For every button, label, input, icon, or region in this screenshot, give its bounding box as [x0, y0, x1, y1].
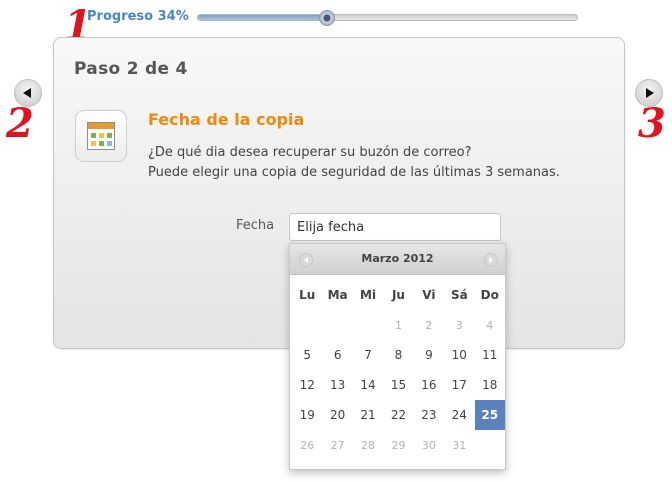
calendar-day: 26 — [300, 438, 315, 452]
calendar-day: 27 — [330, 438, 345, 452]
calendar-day: 31 — [452, 438, 467, 452]
section-description: ¿De qué dia desea recuperar su buzón de … — [148, 143, 560, 183]
calendar-day[interactable]: 14 — [353, 370, 383, 400]
calendar-day[interactable]: 22 — [383, 400, 413, 430]
calendar-day[interactable]: 24 — [444, 400, 474, 430]
calendar-day[interactable]: 5 — [292, 340, 322, 370]
progress-label: Progreso 34% — [87, 9, 189, 24]
weekday-header: Do — [480, 288, 499, 302]
calendar-day[interactable]: 8 — [383, 340, 413, 370]
triangle-right-icon — [646, 88, 654, 98]
section-title: Fecha de la copia — [148, 110, 305, 129]
annotation-2: 2 — [6, 100, 34, 147]
calendar-day: 28 — [361, 438, 376, 452]
calendar-day: 30 — [421, 438, 436, 452]
calendar-day[interactable]: 17 — [444, 370, 474, 400]
calendar-day[interactable]: 6 — [322, 340, 352, 370]
progress-handle[interactable] — [318, 10, 335, 26]
weekday-header: Mi — [360, 288, 377, 302]
weekday-header: Ju — [391, 288, 405, 302]
calendar-day[interactable]: 21 — [353, 400, 383, 430]
calendar-icon — [75, 110, 127, 162]
calendar-week: 19 20 21 22 23 24 25 — [292, 400, 505, 430]
calendar-day[interactable]: 12 — [292, 370, 322, 400]
triangle-left-icon — [23, 88, 31, 98]
calendar-empty-cell — [292, 310, 322, 340]
calendar-day: 3 — [455, 318, 463, 332]
calendar-week: 1 2 3 4 — [292, 310, 505, 340]
calendar-day[interactable]: 18 — [475, 370, 505, 400]
step-title: Paso 2 de 4 — [74, 59, 188, 79]
weekday-header: Vi — [422, 288, 436, 302]
calendar-day: 1 — [394, 318, 402, 332]
calendar-day[interactable]: 13 — [322, 370, 352, 400]
date-field-label: Fecha — [236, 218, 275, 233]
calendar-day: 4 — [486, 318, 494, 332]
calendar-week: 5 6 7 8 9 10 11 — [292, 340, 505, 370]
calendar-day[interactable]: 20 — [322, 400, 352, 430]
progress-bar — [197, 10, 578, 26]
description-line: ¿De qué dia desea recuperar su buzón de … — [148, 145, 472, 160]
weekday-header: Lu — [299, 288, 316, 302]
calendar-day[interactable]: 25 — [474, 400, 505, 430]
calendar-week: 26 27 28 29 30 31 — [292, 430, 505, 460]
calendar-day[interactable]: 9 — [414, 340, 444, 370]
calendar-week: 12 13 14 15 16 17 18 — [292, 370, 505, 400]
calendar-day: 2 — [425, 318, 433, 332]
date-input[interactable] — [289, 213, 501, 241]
calendar-day[interactable]: 7 — [353, 340, 383, 370]
calendar-day[interactable]: 10 — [444, 340, 474, 370]
calendar-day[interactable]: 16 — [414, 370, 444, 400]
weekday-header: Ma — [327, 288, 348, 302]
progress-fill — [198, 15, 327, 20]
next-month-button[interactable] — [484, 253, 498, 267]
calendar-grid: Lu Ma Mi Ju Vi Sá Do 1 2 3 4 5 6 7 8 9 10 11 12 13 14 15 16 17… — [292, 280, 505, 460]
calendar-day: 29 — [391, 438, 406, 452]
calendar-empty-cell — [475, 430, 505, 460]
datepicker-header: Marzo 2012 — [290, 244, 505, 275]
description-line: Puede elegir una copia de seguridad de l… — [148, 165, 560, 180]
calendar-day[interactable]: 23 — [414, 400, 444, 430]
annotation-3: 3 — [638, 100, 666, 147]
previous-step-button[interactable] — [14, 79, 42, 107]
calendar-day[interactable]: 15 — [383, 370, 413, 400]
chevron-right-icon — [489, 257, 493, 263]
month-label: Marzo 2012 — [361, 252, 434, 265]
calendar-day[interactable]: 11 — [475, 340, 505, 370]
weekday-header: Sá — [450, 288, 468, 302]
calendar-empty-cell — [353, 310, 383, 340]
calendar-day[interactable]: 19 — [292, 400, 322, 430]
next-step-button[interactable] — [635, 79, 663, 107]
calendar-empty-cell — [322, 310, 352, 340]
datepicker: Marzo 2012 Lu Ma Mi Ju Vi Sá Do 1 2 3 4 5 6 7 8 9 10 11 1… — [289, 243, 506, 470]
